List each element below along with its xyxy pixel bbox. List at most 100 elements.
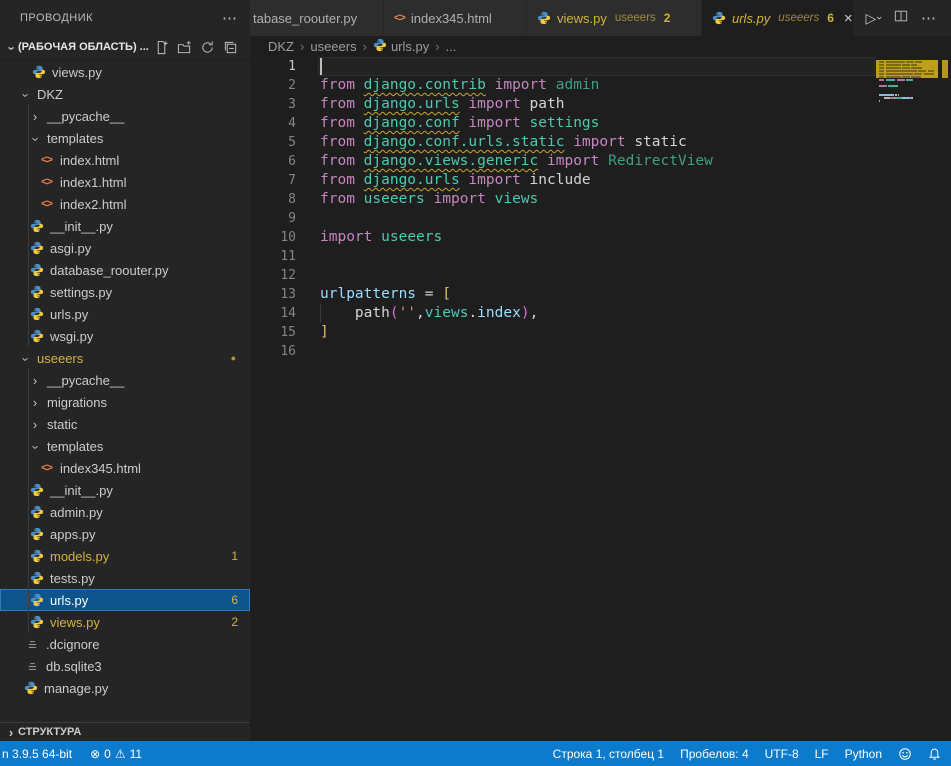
tree-item-tests.py[interactable]: tests.py: [0, 567, 250, 589]
new-folder-icon[interactable]: [177, 40, 192, 55]
tree-item-label: templates: [42, 439, 103, 454]
tree-item-templates[interactable]: ›templates: [0, 435, 250, 457]
problems-badge: 2: [231, 615, 238, 629]
more-actions-icon[interactable]: ⋯: [921, 9, 937, 27]
code-line[interactable]: 7from django.urls import include: [250, 171, 951, 190]
tab-label: urls.py: [732, 11, 770, 26]
split-editor-icon[interactable]: [894, 9, 908, 28]
tree-item-admin.py[interactable]: admin.py: [0, 501, 250, 523]
close-icon[interactable]: ×: [844, 11, 853, 26]
bell-icon[interactable]: [928, 747, 941, 761]
outline-section-header[interactable]: › СТРУКТУРА: [0, 722, 250, 741]
minimap-text-mark: [911, 76, 920, 78]
tree-item-apps.py[interactable]: apps.py: [0, 523, 250, 545]
tree-item-index1.html[interactable]: <>index1.html: [0, 171, 250, 193]
tab-tabase_roouter.py[interactable]: tabase_roouter.py: [250, 0, 384, 36]
tree-item-urls.py[interactable]: urls.py: [0, 303, 250, 325]
tree-item-useeers[interactable]: ›useeers●: [0, 347, 250, 369]
tree-item-database_roouter.py[interactable]: database_roouter.py: [0, 259, 250, 281]
line-number: 3: [250, 95, 296, 114]
breadcrumb-item-useeers[interactable]: useeers: [310, 39, 356, 54]
tree-item-views.py[interactable]: views.py: [0, 61, 250, 83]
python-interpreter-status[interactable]: n 3.9.5 64-bit: [2, 747, 72, 761]
tree-item-label: __pycache__: [42, 109, 124, 124]
code-text: from django.contrib import admin: [320, 76, 599, 95]
indentation-status[interactable]: Пробелов: 4: [680, 747, 749, 761]
python-file-icon: [28, 285, 45, 299]
tree-item-manage.py[interactable]: manage.py: [0, 677, 250, 699]
python-file-icon: [373, 38, 387, 55]
breadcrumb-item-DKZ[interactable]: DKZ: [268, 39, 294, 54]
tab-urls.py[interactable]: urls.pyuseeers6×: [702, 0, 855, 36]
chevron-right-icon: ›: [28, 109, 42, 124]
code-line[interactable]: 9: [250, 209, 951, 228]
code-line[interactable]: 2from django.contrib import admin: [250, 76, 951, 95]
tree-item-__pycache__[interactable]: ›__pycache__: [0, 105, 250, 127]
code-line[interactable]: 15]: [250, 323, 951, 342]
breadcrumb-item-...[interactable]: ...: [446, 39, 457, 54]
feedback-icon[interactable]: [898, 747, 912, 761]
tree-item-templates[interactable]: ›templates: [0, 127, 250, 149]
tree-item-label: wsgi.py: [45, 329, 93, 344]
new-file-icon[interactable]: [154, 40, 169, 55]
explorer-toolbar: [154, 40, 250, 55]
tree-item-settings.py[interactable]: settings.py: [0, 281, 250, 303]
code-line[interactable]: 4from django.conf import settings: [250, 114, 951, 133]
code-line[interactable]: 11: [250, 247, 951, 266]
chevron-right-icon: ›: [28, 417, 42, 432]
minimap-text-mark: [897, 79, 905, 81]
tree-item-models.py[interactable]: models.py1: [0, 545, 250, 567]
run-button[interactable]: ▷›: [866, 10, 881, 27]
tree-item-wsgi.py[interactable]: wsgi.py: [0, 325, 250, 347]
collapse-all-icon[interactable]: [223, 40, 238, 55]
minimap-text-mark: [895, 94, 896, 96]
tree-item-db.sqlite3[interactable]: db.sqlite3: [0, 655, 250, 677]
more-actions-icon[interactable]: ⋯: [222, 9, 238, 27]
tree-item-migrations[interactable]: ›migrations: [0, 391, 250, 413]
language-mode-status[interactable]: Python: [845, 747, 882, 761]
error-count: 0: [104, 747, 111, 761]
minimap-text-mark: [879, 100, 880, 102]
code-line[interactable]: 14 path('',views.index),: [250, 304, 951, 323]
tree-item-views.py[interactable]: views.py2: [0, 611, 250, 633]
breadcrumb-item-urls.py[interactable]: urls.py: [373, 38, 429, 55]
code-line[interactable]: 10import useeers: [250, 228, 951, 247]
minimap-text-mark: [879, 85, 887, 87]
tree-item-urls.py[interactable]: urls.py6: [0, 589, 250, 611]
tree-item-__init__.py[interactable]: __init__.py: [0, 479, 250, 501]
workspace-section-header[interactable]: › (РАБОЧАЯ ОБЛАСТЬ) ...: [0, 35, 250, 59]
tree-item-index2.html[interactable]: <>index2.html: [0, 193, 250, 215]
tab-index345.html[interactable]: <>index345.html: [384, 0, 527, 36]
tree-item-.dcignore[interactable]: .dcignore: [0, 633, 250, 655]
line-number: 11: [250, 247, 296, 266]
code-line[interactable]: 8from useeers import views: [250, 190, 951, 209]
tree-item-label: settings.py: [45, 285, 112, 300]
code-line[interactable]: 16: [250, 342, 951, 361]
refresh-icon[interactable]: [200, 40, 215, 55]
breadcrumb-label: ...: [446, 39, 457, 54]
problems-status[interactable]: ⊗ 0 ⚠ 11: [90, 747, 142, 761]
encoding-status[interactable]: UTF-8: [765, 747, 799, 761]
tree-item-DKZ[interactable]: ›DKZ: [0, 83, 250, 105]
file-tree: views.py›DKZ›__pycache__›templates<>inde…: [0, 61, 250, 699]
tree-item-index345.html[interactable]: <>index345.html: [0, 457, 250, 479]
code-line[interactable]: 1: [250, 57, 951, 76]
tree-item-index.html[interactable]: <>index.html: [0, 149, 250, 171]
eol-status[interactable]: LF: [815, 747, 829, 761]
overview-ruler: [940, 57, 951, 741]
python-file-icon: [28, 505, 45, 519]
tree-item-__pycache__[interactable]: ›__pycache__: [0, 369, 250, 391]
code-line[interactable]: 12: [250, 266, 951, 285]
code-line[interactable]: 13urlpatterns = [: [250, 285, 951, 304]
code-line[interactable]: 3from django.urls import path: [250, 95, 951, 114]
python-file-icon: [28, 615, 45, 629]
code-line[interactable]: 5from django.conf.urls.static import sta…: [250, 133, 951, 152]
code-line[interactable]: 6from django.views.generic import Redire…: [250, 152, 951, 171]
minimap[interactable]: [876, 57, 938, 741]
cursor-position-status[interactable]: Строка 1, столбец 1: [553, 747, 664, 761]
tree-item-asgi.py[interactable]: asgi.py: [0, 237, 250, 259]
code-editor[interactable]: 12from django.contrib import admin3from …: [250, 57, 951, 741]
tab-views.py[interactable]: views.pyuseeers2: [527, 0, 702, 36]
tree-item-static[interactable]: ›static: [0, 413, 250, 435]
tree-item-__init__.py[interactable]: __init__.py: [0, 215, 250, 237]
